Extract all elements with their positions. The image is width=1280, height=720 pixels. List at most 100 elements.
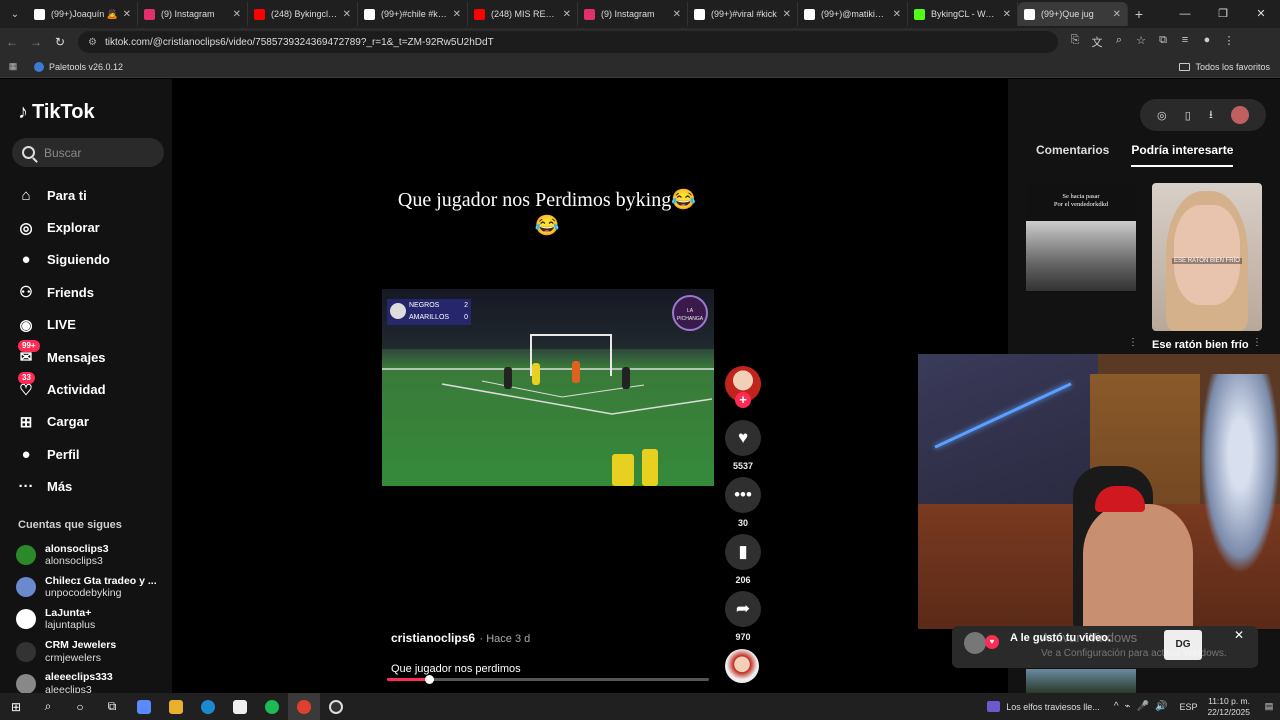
- tray-icons[interactable]: ^⌁🎤🔊: [1114, 701, 1174, 712]
- task-view-icon[interactable]: ⧉: [96, 693, 128, 720]
- install-icon[interactable]: ⎘: [1064, 34, 1086, 50]
- clock[interactable]: 11:10 p. m. 22/12/2025: [1207, 696, 1250, 718]
- tab-suggested[interactable]: Podría interesarte: [1131, 143, 1234, 167]
- tiktok-logo[interactable]: ♪ TikTok: [18, 101, 95, 124]
- search-icon[interactable]: ⌕: [32, 693, 64, 720]
- media-widget[interactable]: Los elfos traviesos lle...: [987, 701, 1100, 712]
- nav-item-mensajes[interactable]: ✉ Mensajes 99+: [14, 339, 164, 373]
- user-avatar[interactable]: [1230, 106, 1249, 124]
- nav-item-perfil[interactable]: ● Perfil: [14, 438, 164, 470]
- tab-search-icon[interactable]: ⌄: [2, 3, 28, 25]
- browser-tab[interactable]: (99+)Joaquín 🙇 ✕: [28, 2, 138, 26]
- tab-comments[interactable]: Comentarios: [1036, 143, 1109, 167]
- bookmark-star-icon[interactable]: ☆: [1130, 34, 1152, 50]
- share-button[interactable]: ➦: [725, 591, 761, 627]
- bookmark-paletools[interactable]: Paletools v26.0.12: [34, 61, 123, 72]
- download-icon[interactable]: ⭳: [1209, 106, 1213, 125]
- browser-tab[interactable]: (9) Instagram ✕: [578, 2, 688, 26]
- tab-close-icon[interactable]: ✕: [1003, 9, 1011, 20]
- language-indicator[interactable]: ESP: [1179, 702, 1197, 712]
- back-icon[interactable]: ←: [0, 35, 24, 49]
- suggested-video-2[interactable]: ESE RATÓN BIEN FRÍO: [1152, 183, 1262, 331]
- site-info-icon[interactable]: ⚙: [88, 37, 97, 48]
- notifications-icon[interactable]: ▤: [1258, 701, 1280, 712]
- save-button[interactable]: ▮: [725, 534, 761, 570]
- media-icon[interactable]: ≡: [1174, 34, 1196, 50]
- music-avatar[interactable]: [725, 649, 759, 683]
- copilot-icon[interactable]: [128, 693, 160, 720]
- extensions-icon[interactable]: ⧉: [1152, 34, 1174, 50]
- tab-close-icon[interactable]: ✕: [893, 9, 901, 20]
- search-input[interactable]: Buscar: [12, 138, 164, 167]
- forward-icon[interactable]: →: [24, 35, 48, 49]
- browser-tab[interactable]: (9) Instagram ✕: [138, 2, 248, 26]
- tab-close-icon[interactable]: ✕: [783, 9, 791, 20]
- edge-icon[interactable]: [192, 693, 224, 720]
- suggested-video-3[interactable]: [1026, 669, 1136, 693]
- comment-button[interactable]: •••: [725, 477, 761, 513]
- all-bookmarks[interactable]: Todos los favoritos: [1179, 56, 1270, 78]
- nav-item-friends[interactable]: ⚇ Friends: [14, 276, 164, 308]
- maximize-icon[interactable]: ❐: [1204, 0, 1242, 28]
- cortana-icon[interactable]: ○: [64, 693, 96, 720]
- device-icon[interactable]: ▯: [1185, 109, 1191, 122]
- suggested-video-1[interactable]: Se hacia pasar Por el vendedorkdkd: [1026, 183, 1136, 293]
- zoom-icon[interactable]: ⌕: [1108, 34, 1130, 50]
- minimize-icon[interactable]: —: [1166, 0, 1204, 28]
- apps-grid-icon[interactable]: ▦: [0, 61, 26, 72]
- nav-item-más[interactable]: ··· Más: [14, 471, 164, 503]
- tab-close-icon[interactable]: ✕: [233, 9, 241, 20]
- nav-item-cargar[interactable]: ⊞ Cargar: [14, 406, 164, 438]
- suggested-2-title[interactable]: Ese ratón bien frío: [1152, 339, 1249, 351]
- obs-icon[interactable]: [320, 693, 352, 720]
- windows-start-icon[interactable]: ⊞: [0, 693, 32, 720]
- spotify-icon[interactable]: [256, 693, 288, 720]
- more-options-icon[interactable]: ⋮: [1252, 337, 1262, 348]
- video-progress-bar[interactable]: [387, 675, 709, 684]
- share-count: 970: [735, 632, 751, 642]
- progress-knob[interactable]: [424, 675, 434, 684]
- tab-close-icon[interactable]: ✕: [453, 9, 461, 20]
- nav-item-actividad[interactable]: ♡ Actividad 33: [14, 372, 164, 405]
- following-item[interactable]: CRM Jewelers crmjewelers: [16, 636, 166, 668]
- menu-icon[interactable]: ⋮: [1218, 34, 1240, 50]
- browser-tab[interactable]: BykingCL - Watch ✕: [908, 2, 1018, 26]
- chrome-icon[interactable]: [288, 693, 320, 720]
- video-player[interactable]: NEGROS 2 AMARILLOS 0 LA PICHANGA: [382, 289, 714, 486]
- nav-item-explorar[interactable]: ◎ Explorar: [14, 211, 164, 243]
- file-explorer-icon[interactable]: [160, 693, 192, 720]
- browser-tab[interactable]: (99+)#viral #kick ✕: [688, 2, 798, 26]
- url-field[interactable]: ⚙ tiktok.com/@cristianoclips6/video/7585…: [78, 31, 1058, 53]
- explore-icon[interactable]: ◎: [1157, 109, 1167, 122]
- following-item[interactable]: alonsoclips3 alonsoclips3: [16, 539, 166, 571]
- reload-icon[interactable]: ↻: [48, 35, 72, 49]
- tab-close-icon[interactable]: ✕: [563, 9, 571, 20]
- following-item[interactable]: Chilecɪ Gta tradeo y ... unpocodebyking: [16, 571, 166, 603]
- browser-tab[interactable]: (248) MIS REGALO ✕: [468, 2, 578, 26]
- nav-item-siguiendo[interactable]: ● Siguiendo: [14, 244, 164, 276]
- tab-title: (9) Instagram: [161, 9, 215, 19]
- tab-close-icon[interactable]: ✕: [673, 9, 681, 20]
- tab-close-icon[interactable]: ✕: [123, 9, 131, 20]
- more-options-icon[interactable]: ⋮: [1128, 337, 1138, 348]
- tab-favicon-icon: [914, 8, 925, 20]
- browser-tab[interactable]: (99+)Que jug ✕: [1018, 2, 1128, 26]
- new-tab-button[interactable]: +: [1128, 6, 1150, 22]
- store-icon[interactable]: [224, 693, 256, 720]
- nav-item-para-ti[interactable]: ⌂ Para ti: [14, 179, 164, 211]
- author-name[interactable]: cristianoclips6: [391, 631, 475, 645]
- browser-tab[interactable]: (248) Bykingcl - Y ✕: [248, 2, 358, 26]
- nav-item-live[interactable]: ◉ LIVE: [14, 309, 164, 341]
- profile-avatar-icon[interactable]: ●: [1196, 34, 1218, 50]
- tab-close-icon[interactable]: ✕: [343, 9, 351, 20]
- like-button[interactable]: ♥: [725, 420, 761, 456]
- close-window-icon[interactable]: ✕: [1242, 0, 1280, 28]
- translate-icon[interactable]: 文: [1086, 34, 1108, 50]
- follow-plus-button[interactable]: +: [735, 392, 751, 408]
- browser-tab[interactable]: (99+)@matikingcl ✕: [798, 2, 908, 26]
- browser-tab[interactable]: (99+)#chile #kick ✕: [358, 2, 468, 26]
- following-item[interactable]: LaJunta+ lajuntaplus: [16, 603, 166, 635]
- close-icon[interactable]: ✕: [1234, 628, 1244, 642]
- tab-close-icon[interactable]: ✕: [1113, 9, 1121, 20]
- player-black: [504, 367, 512, 389]
